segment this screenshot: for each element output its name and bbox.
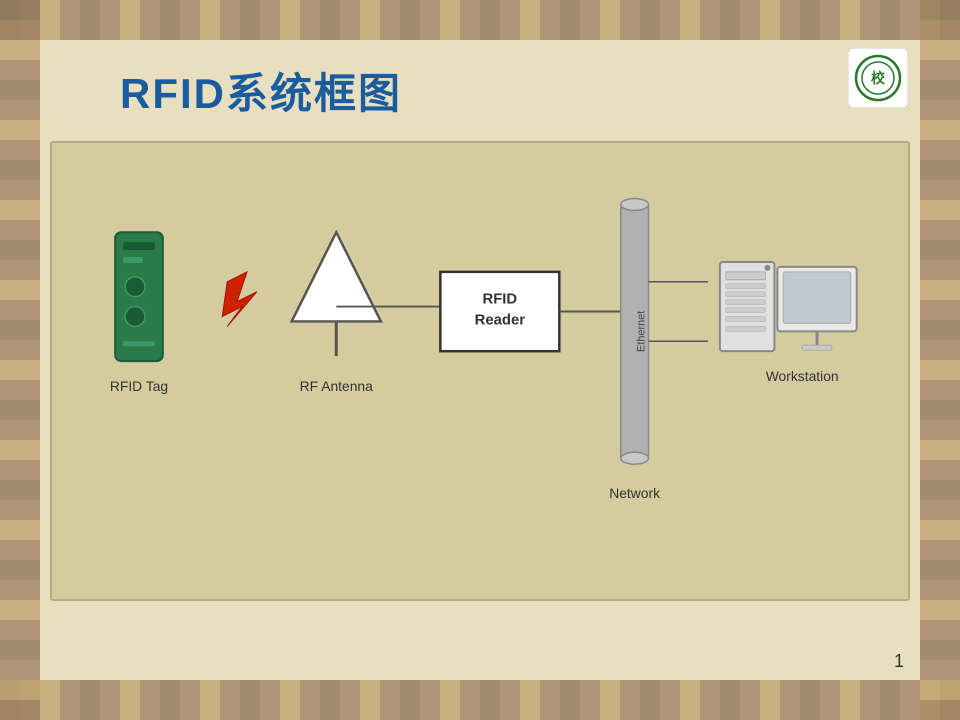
svg-text:RFID: RFID (482, 292, 517, 308)
page-number: 1 (894, 651, 904, 672)
rfid-tag-label: RFID Tag (110, 378, 168, 394)
border-bottom (0, 680, 960, 720)
diagram-container: RFID Tag RF Antenna RFID Reader (50, 141, 910, 601)
svg-text:Ethernet: Ethernet (636, 311, 648, 352)
svg-text:Reader: Reader (475, 312, 526, 328)
border-left (0, 0, 40, 720)
page-title: RFID系统框图 (120, 60, 402, 121)
svg-text:RF Antenna: RF Antenna (300, 378, 373, 394)
border-top (0, 0, 960, 40)
svg-text:Workstation: Workstation (766, 368, 839, 384)
border-right (920, 0, 960, 720)
main-content: 校 RFID系统框图 RFID Tag (40, 40, 920, 680)
svg-text:Network: Network (609, 485, 660, 501)
logo: 校 (848, 48, 908, 108)
svg-text:校: 校 (871, 70, 886, 86)
diagram-svg: RFID Tag RF Antenna RFID Reader (52, 143, 908, 599)
